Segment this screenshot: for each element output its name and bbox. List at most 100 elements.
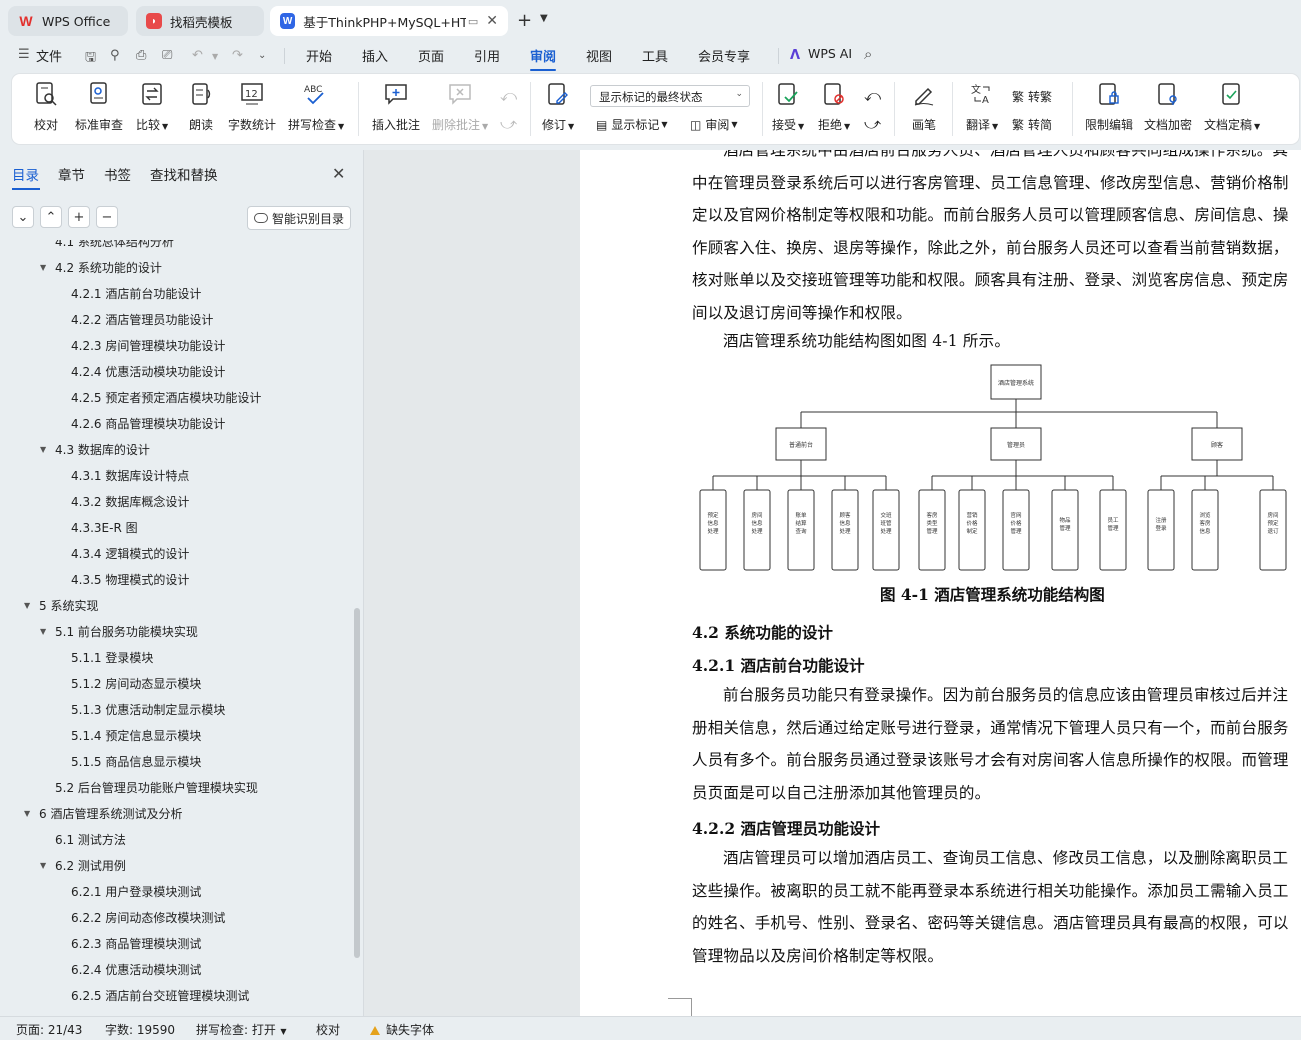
toc-item[interactable]: 5.2 后台管理员功能账户管理模块实现 bbox=[55, 779, 258, 797]
menu-page[interactable]: 页面 bbox=[418, 46, 444, 65]
paragraph-2[interactable]: 酒店管理系统功能结构图如图 4-1 所示。 bbox=[692, 325, 1300, 358]
toc-item[interactable]: 6.2.3 商品管理模块测试 bbox=[71, 935, 201, 953]
next-comment-icon[interactable]: ⤻ bbox=[500, 114, 517, 134]
close-pane-icon[interactable]: ✕ bbox=[332, 164, 345, 183]
word-count-indicator[interactable]: 字数: 19590 bbox=[105, 1021, 175, 1038]
toc-item[interactable]: 6.2.5 酒店前台交班管理模块测试 bbox=[71, 987, 249, 1005]
chevron-down-icon[interactable]: ▼ bbox=[540, 13, 548, 24]
menu-wps-ai[interactable]: WPS AI bbox=[808, 46, 852, 61]
toc-item[interactable]: ▼ 5.1 前台服务功能模块实现 bbox=[40, 623, 198, 641]
menu-view[interactable]: 视图 bbox=[586, 46, 612, 65]
toc-item[interactable]: 5.1.2 房间动态显示模块 bbox=[71, 675, 201, 693]
toc-item[interactable]: 4.2.4 优惠活动模块功能设计 bbox=[71, 363, 225, 381]
tab-templates[interactable]: ◗ 找稻壳模板 bbox=[136, 6, 264, 36]
expand-triangle-icon[interactable]: ▼ bbox=[24, 597, 30, 615]
page-indicator[interactable]: 页面: 21/43 bbox=[16, 1021, 82, 1038]
menu-file[interactable]: 文件 bbox=[36, 46, 62, 65]
expand-up-button[interactable]: ⌃ bbox=[40, 206, 62, 228]
toc-item[interactable]: 4.2.1 酒店前台功能设计 bbox=[71, 285, 201, 303]
menu-insert[interactable]: 插入 bbox=[362, 46, 388, 65]
finalize-button[interactable]: 文档定稿 ▼ bbox=[1204, 80, 1260, 133]
to-traditional-button[interactable]: 繁转繁 bbox=[1012, 88, 1052, 105]
toc-item[interactable]: ▼ 5 系统实现 bbox=[24, 597, 98, 615]
revise-button[interactable]: 修订 ▼ bbox=[542, 80, 574, 133]
toc-item[interactable]: 4.2.6 商品管理模块功能设计 bbox=[71, 415, 225, 433]
pen-button[interactable]: 画笔 bbox=[910, 80, 938, 133]
toc-item[interactable]: ▼ 6 酒店管理系统测试及分析 bbox=[24, 805, 182, 823]
delete-comment-button[interactable]: 删除批注 ▼ bbox=[432, 80, 488, 133]
save-icon[interactable]: 🖫 bbox=[85, 48, 96, 70]
next-change-icon[interactable]: ⤻ bbox=[864, 114, 881, 134]
accept-button[interactable]: 接受 ▼ bbox=[772, 80, 804, 133]
expand-triangle-icon[interactable]: ▼ bbox=[40, 623, 46, 641]
paragraph-4[interactable]: 酒店管理员可以增加酒店员工、查询员工信息、修改员工信息，以及删除离职员工 这些操作… bbox=[692, 842, 1300, 972]
toc-item[interactable]: 4.3.2 数据库概念设计 bbox=[71, 493, 189, 511]
tab-find-replace[interactable]: 查找和替换 bbox=[150, 164, 218, 184]
review-pane-button[interactable]: ◫ 审阅 ▼ bbox=[690, 116, 738, 133]
tab-chapters[interactable]: 章节 bbox=[58, 164, 85, 184]
toc-item[interactable]: 4.3.1 数据库设计特点 bbox=[71, 467, 189, 485]
tab-bookmarks[interactable]: 书签 bbox=[104, 164, 131, 184]
proofread-button[interactable]: 校对 bbox=[32, 80, 60, 133]
standard-review-button[interactable]: 标准审查 bbox=[75, 80, 123, 133]
redo-icon[interactable]: ↷ bbox=[232, 48, 243, 63]
toc-item[interactable]: 4.3.5 物理模式的设计 bbox=[71, 571, 189, 589]
menu-hamburger-icon[interactable]: ☰ bbox=[18, 47, 30, 62]
toc-item[interactable]: 5.1.4 预定信息显示模块 bbox=[71, 727, 201, 745]
tab-document[interactable]: W 基于ThinkPHP+MySQL+HTM ▭ ✕ bbox=[270, 6, 508, 36]
menu-tools[interactable]: 工具 bbox=[642, 46, 668, 65]
menu-member[interactable]: 会员专享 bbox=[698, 46, 750, 65]
menu-start[interactable]: 开始 bbox=[306, 46, 332, 65]
smart-toc-button[interactable]: 智能识别目录 bbox=[247, 206, 351, 230]
toc-item[interactable]: 5.1.3 优惠活动制定显示模块 bbox=[71, 701, 225, 719]
toc-item[interactable]: 4.2.5 预定者预定酒店模块功能设计 bbox=[71, 389, 261, 407]
prev-change-icon[interactable]: ⤺ bbox=[864, 86, 881, 106]
to-simplified-button[interactable]: 繁转简 bbox=[1012, 116, 1052, 133]
encrypt-button[interactable]: 文档加密 bbox=[1144, 80, 1192, 133]
compare-button[interactable]: 比较 ▼ bbox=[136, 80, 168, 133]
expand-triangle-icon[interactable]: ▼ bbox=[40, 259, 46, 277]
search-icon[interactable]: ⌕ bbox=[864, 45, 872, 63]
share-icon[interactable]: ⚲ bbox=[110, 48, 120, 63]
translate-button[interactable]: 文A 翻译 ▼ bbox=[966, 80, 998, 133]
restrict-edit-button[interactable]: 限制编辑 bbox=[1085, 80, 1133, 133]
insert-comment-button[interactable]: 插入批注 bbox=[372, 80, 420, 133]
paragraph-1[interactable]: 酒店管理系统中由酒店前台服务人员、酒店管理人员和顾客共同组成操作系统。其 中在管理… bbox=[692, 150, 1300, 330]
close-tab-icon[interactable]: ✕ bbox=[486, 13, 498, 29]
print-icon[interactable]: ⎙ bbox=[136, 48, 146, 63]
print-preview-icon[interactable]: ⎚ bbox=[162, 48, 172, 63]
toc-item[interactable]: 4.3.3E-R 图 bbox=[71, 519, 138, 537]
toc-item[interactable]: 6.1 测试方法 bbox=[55, 831, 126, 849]
missing-font-status[interactable]: 缺失字体 bbox=[370, 1021, 434, 1038]
menu-reference[interactable]: 引用 bbox=[474, 46, 500, 65]
toc-item[interactable]: 4.3.4 逻辑模式的设计 bbox=[71, 545, 189, 563]
toc-item[interactable]: 4.1 系统总体结构分析 bbox=[55, 240, 174, 251]
toc-item[interactable]: 5.1.1 登录模块 bbox=[71, 649, 153, 667]
undo-icon[interactable]: ↶ bbox=[192, 48, 203, 63]
read-aloud-button[interactable]: 朗读 bbox=[187, 80, 215, 133]
show-markup-button[interactable]: ▤ 显示标记 ▼ bbox=[596, 116, 668, 133]
more-quick-icon[interactable]: ⌄ bbox=[258, 50, 266, 61]
reject-button[interactable]: 拒绝 ▼ bbox=[818, 80, 850, 133]
toc-item[interactable]: 5.1.5 商品信息显示模块 bbox=[71, 753, 201, 771]
undo-dropdown-icon[interactable]: ▼ bbox=[212, 52, 218, 61]
toc-item[interactable]: ▼ 4.2 系统功能的设计 bbox=[40, 259, 162, 277]
expand-triangle-icon[interactable]: ▼ bbox=[40, 441, 46, 459]
tab-wps-office[interactable]: W WPS Office bbox=[8, 6, 128, 36]
toc-item[interactable]: 6.2.1 用户登录模块测试 bbox=[71, 883, 201, 901]
spell-check-button[interactable]: ABC 拼写检查 ▼ bbox=[288, 80, 344, 133]
add-heading-button[interactable]: + bbox=[68, 206, 90, 228]
expand-triangle-icon[interactable]: ▼ bbox=[40, 857, 46, 875]
expand-triangle-icon[interactable]: ▼ bbox=[24, 805, 30, 823]
toc-scrollbar[interactable] bbox=[354, 608, 360, 958]
word-count-button[interactable]: 12 字数统计 bbox=[228, 80, 276, 133]
collapse-all-button[interactable]: ⌄ bbox=[12, 206, 34, 228]
proof-status[interactable]: 校对 bbox=[316, 1021, 340, 1038]
spell-check-status[interactable]: 拼写检查: 打开 ▼ bbox=[196, 1021, 287, 1038]
remove-heading-button[interactable]: − bbox=[96, 206, 118, 228]
toc-item[interactable]: 4.2.3 房间管理模块功能设计 bbox=[71, 337, 225, 355]
tab-toc[interactable]: 目录 bbox=[12, 164, 40, 190]
toc-item[interactable]: 4.2.2 酒店管理员功能设计 bbox=[71, 311, 213, 329]
toc-item[interactable]: ▼ 6.2 测试用例 bbox=[40, 857, 126, 875]
toc-item[interactable]: 6.2.2 房间动态修改模块测试 bbox=[71, 909, 225, 927]
